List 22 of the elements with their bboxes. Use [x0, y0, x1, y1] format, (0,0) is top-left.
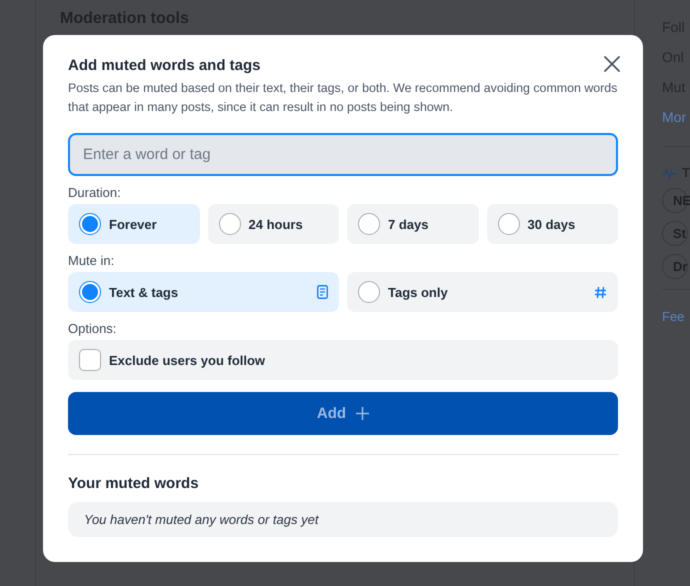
plus-icon — [356, 407, 370, 420]
checkbox-option[interactable]: Exclude users you follow — [68, 340, 618, 380]
more-link[interactable]: Mor — [662, 106, 686, 136]
muted-words-title: Your muted words — [68, 475, 200, 492]
feedback-link[interactable]: Fee — [662, 309, 684, 324]
dialog-title: Add muted words and tags — [68, 57, 261, 74]
section-label: Options: — [68, 321, 118, 336]
trending-icon — [662, 166, 676, 178]
radio-option[interactable]: Forever — [68, 204, 200, 244]
document-icon — [317, 285, 328, 299]
close-icon[interactable] — [603, 55, 621, 73]
hash-icon — [594, 286, 607, 298]
word-input-field[interactable]: Enter a word or tag — [68, 133, 618, 176]
dialog-description: Posts can be muted based on their text, their tags, or both. We recommend avoiding common words that appear in many posts, since it can result in no posts being shown. — [68, 80, 618, 116]
radio-option[interactable]: 24 hours — [208, 204, 339, 244]
radio-option[interactable]: Text & tags — [68, 272, 339, 312]
radio-option[interactable]: Tags only — [347, 272, 618, 312]
radio-option[interactable]: 30 days — [486, 204, 618, 244]
section-label: Mute in: — [68, 253, 116, 268]
radio-option[interactable]: 7 days — [347, 204, 478, 244]
section-label: Duration: — [68, 185, 122, 200]
empty-message: You haven't muted any words or tags yet — [68, 502, 618, 537]
